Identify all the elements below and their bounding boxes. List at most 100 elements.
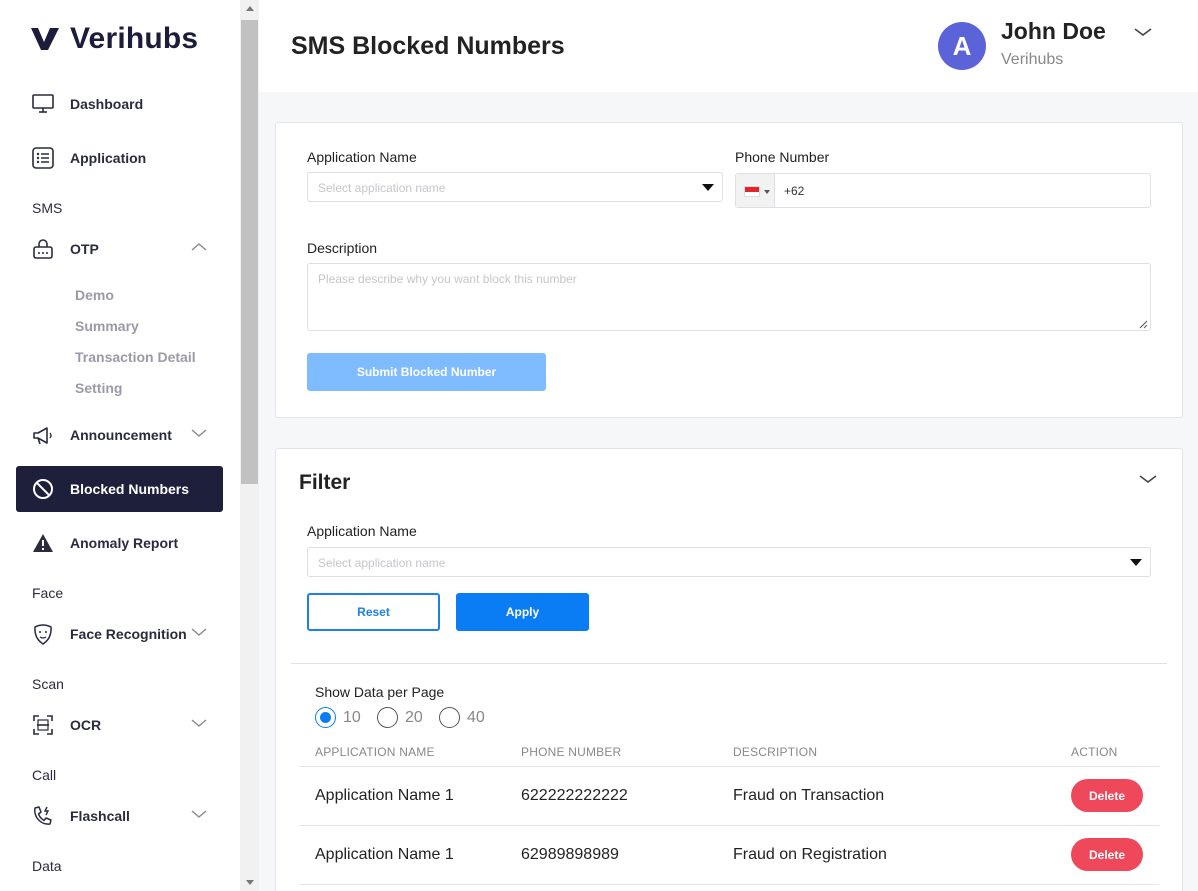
page-size-radio-10[interactable]: 10 — [315, 707, 361, 728]
phone-number-field — [735, 173, 1151, 208]
block-number-form-card: Application Name Select application name… — [275, 122, 1183, 418]
chevron-down-icon[interactable] — [191, 428, 207, 438]
sidebar-item-label: Application — [70, 150, 147, 166]
column-header-action: ACTION — [1071, 745, 1118, 759]
top-bar: SMS Blocked Numbers A John Doe Verihubs — [259, 0, 1198, 92]
sidebar-item-otp[interactable]: OTP — [16, 226, 223, 272]
filter-application-name-label: Application Name — [307, 523, 417, 539]
chevron-up-icon[interactable] — [191, 242, 207, 252]
brand-name: Verihubs — [70, 22, 199, 55]
user-organization: Verihubs — [1001, 51, 1064, 68]
sidebar-item-dashboard[interactable]: Dashboard — [16, 81, 223, 127]
sidebar-item-application[interactable]: Application — [16, 135, 223, 181]
scroll-up-arrow-icon[interactable] — [240, 0, 259, 17]
cell-description: Fraud on Transaction — [733, 787, 885, 804]
application-name-label: Application Name — [307, 149, 417, 165]
brand-logo[interactable]: Verihubs — [30, 22, 198, 56]
sidebar-item-announcement[interactable]: Announcement — [16, 412, 223, 458]
avatar[interactable]: A — [938, 22, 986, 70]
cell-application-name: Application Name 1 — [315, 846, 454, 863]
cell-description: Fraud on Registration — [733, 846, 887, 863]
sidebar-item-label: OTP — [70, 241, 99, 257]
show-data-per-page-label: Show Data per Page — [315, 684, 445, 700]
indonesia-flag-icon — [744, 186, 760, 197]
section-label-data: Data — [32, 858, 62, 874]
page-size-radio-40[interactable]: 40 — [439, 707, 485, 728]
sidebar-item-label: Anomaly Report — [70, 535, 179, 551]
face-icon — [32, 623, 54, 645]
radio-label: 10 — [343, 708, 361, 726]
cell-application-name: Application Name 1 — [315, 787, 454, 804]
radio-button[interactable] — [439, 707, 460, 728]
monitor-icon — [32, 93, 54, 115]
sidebar-item-label: Flashcall — [70, 808, 130, 824]
sidebar-item-face-recognition[interactable]: Face Recognition — [16, 611, 223, 657]
reset-button[interactable]: Reset — [307, 593, 440, 631]
submit-blocked-number-button[interactable]: Submit Blocked Number — [307, 353, 546, 391]
cell-phone-number: 622222222222 — [521, 787, 628, 804]
row-divider — [299, 825, 1159, 826]
column-header-application-name: APPLICATION NAME — [315, 745, 435, 759]
sidebar-subitem-demo[interactable]: Demo — [75, 287, 114, 303]
section-label-scan: Scan — [32, 676, 64, 692]
delete-button[interactable]: Delete — [1071, 779, 1143, 812]
chevron-down-icon[interactable] — [191, 809, 207, 819]
sidebar-subitem-setting[interactable]: Setting — [75, 380, 122, 396]
radio-label: 20 — [405, 708, 423, 726]
sidebar-item-anomaly-report[interactable]: Anomaly Report — [16, 520, 223, 566]
section-label-call: Call — [32, 767, 57, 783]
sidebar-item-flashcall[interactable]: Flashcall — [16, 793, 223, 839]
sidebar-item-label: Announcement — [70, 427, 172, 443]
description-label: Description — [307, 240, 378, 256]
chevron-down-icon[interactable] — [191, 627, 207, 637]
filter-title: Filter — [299, 471, 351, 494]
verihubs-logo-icon — [31, 28, 59, 50]
sidebar-item-label: OCR — [70, 717, 102, 733]
row-divider — [299, 766, 1159, 767]
radio-button[interactable] — [315, 707, 336, 728]
radio-button[interactable] — [377, 707, 398, 728]
page-title: SMS Blocked Numbers — [291, 32, 565, 60]
warning-icon — [32, 532, 54, 554]
caret-down-icon — [764, 190, 770, 194]
sidebar-item-blocked-numbers[interactable]: Blocked Numbers — [16, 466, 223, 512]
section-label-face: Face — [32, 585, 64, 601]
filter-application-name-select[interactable]: Select application name — [307, 547, 1151, 577]
megaphone-icon — [32, 424, 54, 446]
chevron-down-icon[interactable] — [1133, 26, 1153, 38]
block-icon — [32, 478, 54, 500]
sidebar-subitem-summary[interactable]: Summary — [75, 318, 139, 334]
phone-icon — [32, 805, 54, 827]
sidebar: Verihubs Dashboard Application SMS OTP D… — [0, 0, 240, 891]
description-textarea[interactable] — [307, 263, 1151, 331]
sidebar-item-ocr[interactable]: OCR — [16, 702, 223, 748]
country-code-dropdown[interactable] — [736, 174, 775, 207]
main-content: SMS Blocked Numbers A John Doe Verihubs … — [259, 0, 1198, 891]
sidebar-scrollbar[interactable] — [240, 0, 259, 891]
cell-phone-number: 62989898989 — [521, 846, 619, 863]
scroll-down-arrow-icon[interactable] — [240, 874, 259, 891]
chevron-down-icon[interactable] — [191, 718, 207, 728]
chevron-down-icon[interactable] — [1138, 473, 1158, 485]
apply-button[interactable]: Apply — [456, 593, 589, 631]
sidebar-item-label: Blocked Numbers — [70, 481, 190, 497]
caret-down-icon — [702, 184, 714, 191]
sidebar-subitem-transaction-detail[interactable]: Transaction Detail — [75, 349, 196, 365]
list-icon — [32, 147, 54, 169]
phone-number-input[interactable] — [776, 174, 1150, 207]
row-divider — [299, 884, 1159, 885]
select-placeholder: Select application name — [318, 181, 446, 195]
page-size-radio-20[interactable]: 20 — [377, 707, 423, 728]
sidebar-item-label: Dashboard — [70, 96, 144, 112]
phone-number-label: Phone Number — [735, 149, 830, 165]
resize-grip-icon[interactable] — [1138, 319, 1148, 329]
filter-card: Filter Application Name Select applicati… — [275, 448, 1183, 891]
application-name-select[interactable]: Select application name — [307, 172, 723, 202]
user-name[interactable]: John Doe — [1001, 18, 1106, 45]
caret-down-icon — [1130, 559, 1142, 566]
scrollbar-thumb[interactable] — [241, 20, 258, 484]
radio-label: 40 — [467, 708, 485, 726]
delete-button[interactable]: Delete — [1071, 838, 1143, 871]
column-header-phone-number: PHONE NUMBER — [521, 745, 622, 759]
divider — [291, 663, 1167, 664]
